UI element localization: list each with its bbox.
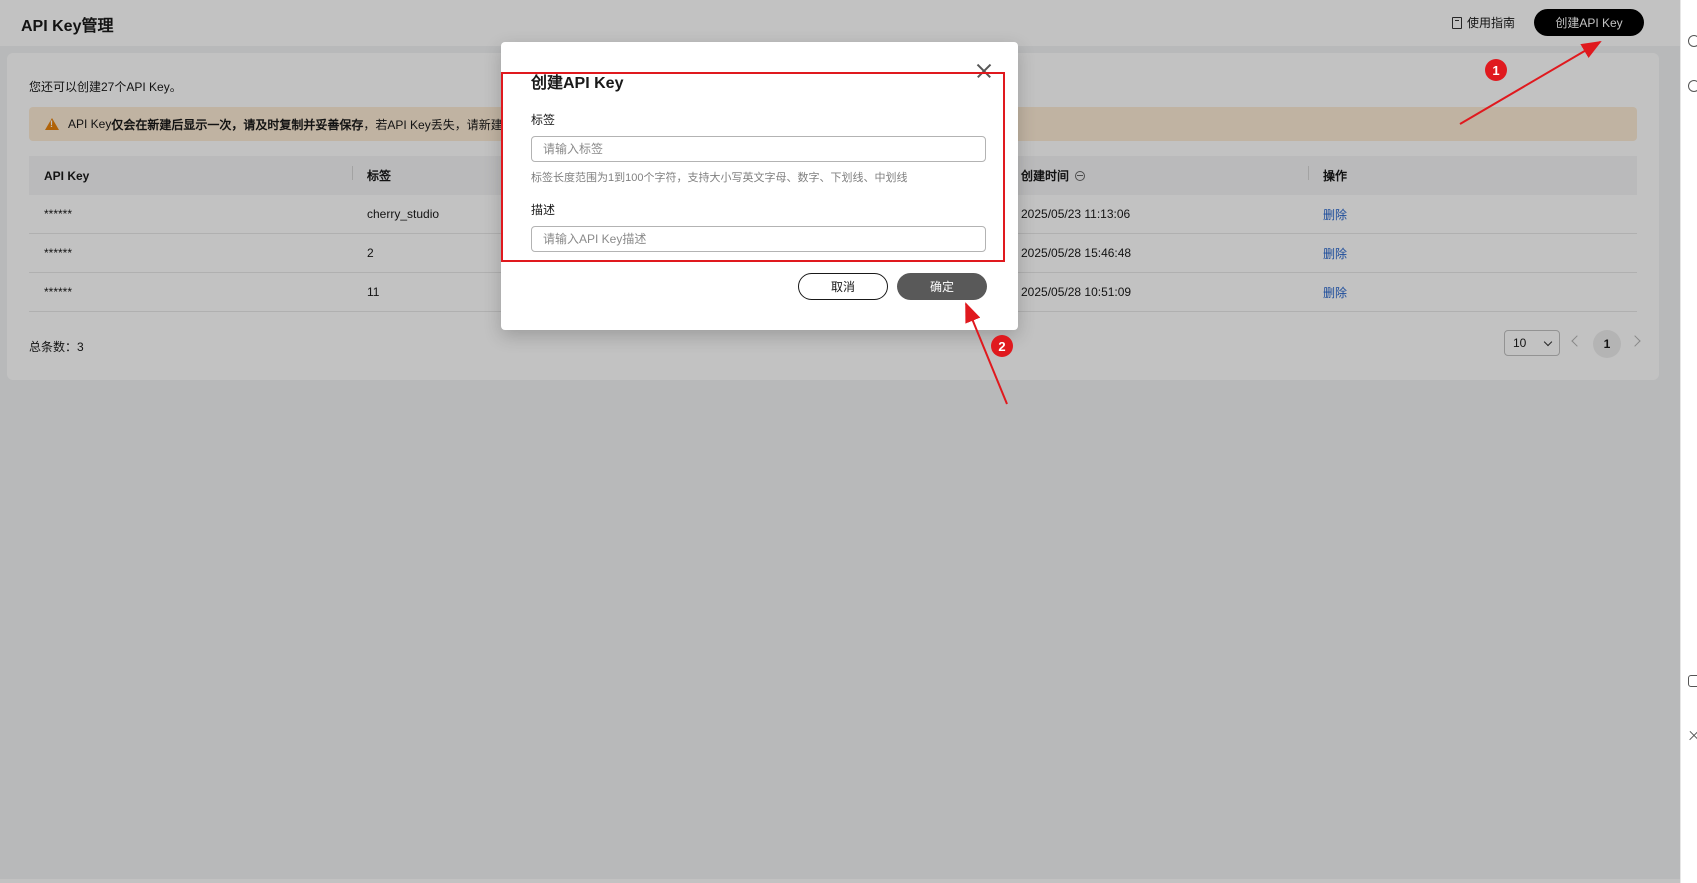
step-badge-2: 2	[991, 335, 1013, 357]
description-input[interactable]	[531, 226, 986, 252]
support-icon[interactable]	[1688, 675, 1697, 687]
step-badge-1: 1	[1485, 59, 1507, 81]
dialog-title: 创建API Key	[531, 75, 624, 92]
cancel-button[interactable]: 取消	[798, 273, 888, 300]
confirm-button[interactable]: 确定	[897, 273, 987, 300]
feedback-icon[interactable]	[1688, 80, 1697, 92]
description-field-label: 描述	[531, 203, 556, 217]
label-hint: 标签长度范围为1到100个字符，支持大小写英文字母、数字、下划线、中划线	[531, 172, 908, 184]
help-icon[interactable]	[1688, 35, 1697, 47]
close-icon[interactable]	[975, 62, 993, 80]
create-api-key-dialog: 创建API Key 标签 标签长度范围为1到100个字符，支持大小写英文字母、数…	[501, 42, 1018, 330]
label-field-label: 标签	[531, 113, 556, 127]
right-tool-rail	[1680, 0, 1697, 883]
collapse-icon[interactable]	[1688, 730, 1697, 742]
label-input[interactable]	[531, 136, 986, 162]
